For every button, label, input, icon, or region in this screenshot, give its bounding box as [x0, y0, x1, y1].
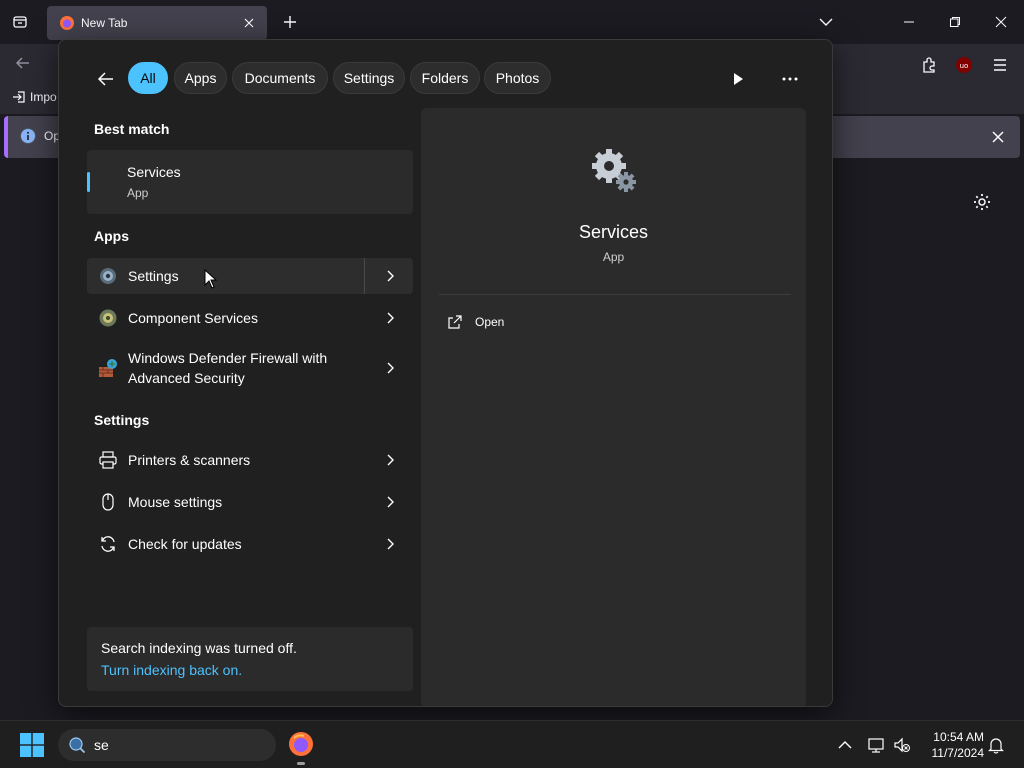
browser-tab[interactable]: New Tab — [47, 6, 267, 40]
new-tab-button[interactable] — [278, 10, 302, 34]
apps-heading: Apps — [94, 228, 129, 244]
restore-icon[interactable] — [941, 8, 969, 36]
firewall-icon — [98, 358, 118, 378]
chevron-right-icon[interactable] — [383, 361, 397, 375]
indexing-notice: Search indexing was turned off. Turn ind… — [87, 627, 413, 691]
chevron-right-icon[interactable] — [383, 453, 397, 467]
divider — [439, 294, 791, 295]
firefox-icon — [60, 16, 74, 30]
clock-time: 10:54 AM — [933, 730, 984, 744]
app-result-settings[interactable]: Settings — [87, 258, 413, 294]
app-result-label: Windows Defender Firewall with Advanced … — [128, 350, 328, 386]
sync-icon — [98, 534, 118, 554]
close-notification-icon[interactable] — [988, 127, 1008, 147]
filter-settings[interactable]: Settings — [333, 62, 405, 94]
taskbar-search-box[interactable]: se — [58, 729, 276, 761]
app-result-firewall[interactable]: Windows Defender Firewall with Advanced … — [87, 344, 413, 392]
import-label: Impo — [30, 90, 57, 104]
best-match-result[interactable]: Services App — [87, 150, 413, 214]
clock[interactable]: 10:54 AM 11/7/2024 — [920, 729, 985, 761]
filter-photos[interactable]: Photos — [484, 62, 551, 94]
best-match-name: Services — [127, 164, 181, 180]
filter-apps[interactable]: Apps — [174, 62, 227, 94]
chevron-right-icon[interactable] — [383, 495, 397, 509]
windows-start-icon[interactable] — [20, 733, 44, 757]
taskbar: se 10:54 AM 11/7/2024 — [0, 720, 1024, 768]
menu-icon[interactable] — [989, 54, 1011, 76]
app-result-label: Settings — [128, 268, 179, 284]
best-match-type: App — [127, 186, 149, 200]
notification-bell-icon[interactable] — [986, 735, 1006, 755]
chevron-right-icon[interactable] — [383, 537, 397, 551]
divider — [364, 258, 365, 294]
filter-all[interactable]: All — [128, 62, 168, 94]
firefox-taskbar-icon[interactable] — [288, 731, 314, 757]
play-icon[interactable] — [727, 68, 749, 90]
tab-list-icon[interactable] — [8, 10, 32, 34]
chevron-right-icon[interactable] — [383, 269, 397, 283]
selection-indicator — [87, 172, 90, 192]
window-close-icon[interactable] — [987, 8, 1015, 36]
setting-result-label: Check for updates — [128, 536, 242, 552]
setting-result-mouse[interactable]: Mouse settings — [87, 484, 413, 520]
preview-app-type: App — [602, 250, 625, 264]
search-query: se — [94, 737, 109, 753]
filter-documents[interactable]: Documents — [232, 62, 328, 94]
page-settings-gear-icon[interactable] — [972, 192, 992, 212]
back-arrow-icon[interactable] — [14, 54, 34, 74]
open-action[interactable]: Open — [447, 314, 504, 330]
import-bookmarks-link[interactable]: Impo — [12, 90, 57, 104]
import-icon — [13, 91, 25, 103]
tab-title: New Tab — [81, 16, 128, 30]
start-search-panel: All Apps Documents Settings Folders Phot… — [58, 39, 833, 707]
mouse-cursor-icon — [204, 268, 218, 289]
setting-result-label: Mouse settings — [128, 494, 223, 510]
extensions-icon[interactable] — [918, 54, 940, 76]
mouse-icon — [98, 492, 118, 512]
filter-folders[interactable]: Folders — [410, 62, 480, 94]
svg-text:uo: uo — [960, 62, 969, 70]
printer-icon — [98, 450, 118, 470]
preview-app-name: Services — [578, 222, 649, 242]
settings-heading: Settings — [94, 412, 150, 428]
running-indicator — [297, 762, 305, 765]
minimize-icon[interactable] — [895, 8, 923, 36]
volume-muted-icon[interactable] — [892, 735, 912, 755]
info-icon — [20, 128, 36, 144]
component-services-icon — [98, 308, 118, 328]
more-options-icon[interactable] — [779, 68, 801, 90]
chevron-down-icon[interactable] — [812, 8, 840, 36]
chevron-up-icon[interactable] — [835, 735, 855, 755]
back-arrow-icon[interactable] — [95, 68, 117, 90]
clock-date: 11/7/2024 — [931, 746, 985, 760]
app-result-component-services[interactable]: Component Services — [87, 300, 413, 336]
app-result-label: Component Services — [128, 310, 258, 326]
indexing-message: Search indexing was turned off. — [101, 640, 297, 656]
network-icon[interactable] — [866, 735, 886, 755]
browser-tab-bar: New Tab — [0, 0, 1024, 44]
setting-result-label: Printers & scanners — [128, 452, 251, 468]
open-external-icon — [448, 315, 462, 329]
setting-result-updates[interactable]: Check for updates — [87, 526, 413, 562]
setting-result-printers[interactable]: Printers & scanners — [87, 442, 413, 478]
turn-indexing-on-link[interactable]: Turn indexing back on. — [101, 662, 242, 678]
search-icon — [69, 737, 86, 754]
services-gear-icon — [592, 149, 636, 192]
open-label: Open — [475, 315, 505, 329]
preview-pane: Services App Open — [421, 108, 806, 706]
close-tab-icon[interactable] — [239, 13, 259, 33]
settings-gear-icon — [98, 266, 118, 286]
chevron-right-icon[interactable] — [383, 311, 397, 325]
ublock-icon[interactable]: uo — [953, 54, 975, 76]
best-match-heading: Best match — [94, 121, 170, 137]
